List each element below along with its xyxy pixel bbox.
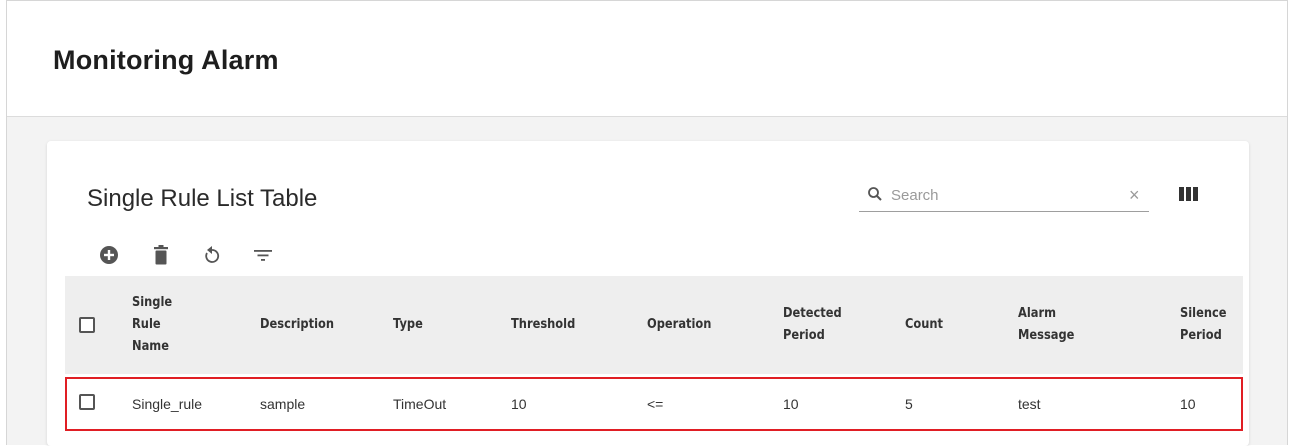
app-frame: Monitoring Alarm Single Rule List Table … [6,0,1288,446]
refresh-button[interactable] [200,243,224,267]
cell-silence-period: 10 [1180,396,1196,412]
header-label: Threshold [511,317,576,332]
cell-type: TimeOut [393,396,447,412]
col-header-count[interactable]: Count [905,276,943,374]
filter-button[interactable] [251,243,275,267]
table-header: Single Rule Name Description Type Thresh… [65,276,1243,374]
table-row[interactable]: Single_rule sample TimeOut 10 <= 10 5 te… [65,377,1243,431]
refresh-icon [205,246,220,263]
col-header-alarm-message[interactable]: Alarm Message [1018,276,1074,374]
add-button[interactable] [97,243,121,267]
delete-button[interactable] [149,243,173,267]
rule-table-card: Single Rule List Table × [47,141,1249,446]
col-header-description[interactable]: Description [260,276,334,374]
cell-detected-period: 10 [783,396,799,412]
header-label: Type [393,317,423,332]
header-label: Count [905,317,944,332]
col-header-threshold[interactable]: Threshold [511,276,575,374]
select-all-checkbox[interactable] [79,317,95,333]
header-label: Silence [1180,306,1227,321]
filter-icon [254,250,272,261]
header-label: Message [1018,328,1075,343]
clear-search-icon[interactable]: × [1129,186,1140,204]
search-input[interactable] [891,184,1111,206]
table-title: Single Rule List Table [87,185,318,212]
header-label: Period [783,328,825,343]
col-header-operation[interactable]: Operation [647,276,711,374]
cell-operation: <= [647,396,664,412]
search-icon [868,187,882,201]
view-columns-icon[interactable] [1179,186,1199,202]
cell-alarm-message: test [1018,396,1041,412]
header-label: Alarm [1018,306,1057,321]
header-label: Operation [647,317,712,332]
header-label: Description [260,317,335,332]
page-header: Monitoring Alarm [7,1,1287,117]
cell-threshold: 10 [511,396,527,412]
search-box: × [859,180,1149,212]
col-header-type[interactable]: Type [393,276,423,374]
header-label: Period [1180,328,1222,343]
header-label: Name [132,339,169,354]
add-icon [100,246,118,264]
cell-count: 5 [905,396,913,412]
delete-icon [154,245,168,265]
row-checkbox[interactable] [79,394,95,410]
col-header-silence-period[interactable]: Silence Period [1180,276,1227,374]
col-header-detected-period[interactable]: Detected Period [783,276,842,374]
cell-single-rule-name: Single_rule [132,396,203,412]
header-label: Single [132,295,173,310]
page-title: Monitoring Alarm [53,45,279,75]
header-label: Detected [783,306,842,321]
cell-description: sample [260,396,306,412]
header-label: Rule [132,317,161,332]
col-header-single-rule-name[interactable]: Single Rule Name [132,276,172,374]
